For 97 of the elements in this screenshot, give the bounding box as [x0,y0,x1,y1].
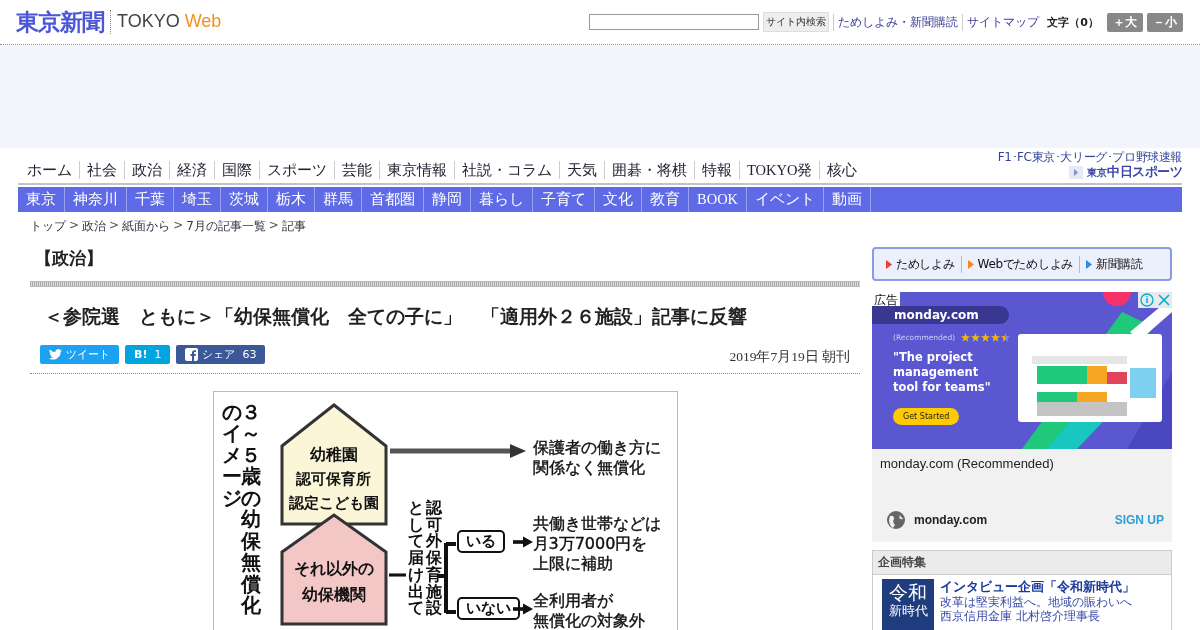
result-text: 上限に補助 [532,554,614,574]
search-button[interactable]: サイト内検索 [763,12,830,32]
result-text: 共働き世帯などは [532,514,661,534]
branch-label: いない [456,597,520,620]
nav-tab[interactable]: 栃木 [268,187,315,212]
box-label: 幼稚園 [309,445,358,466]
result-text: 月3万7000円を [532,534,649,554]
condition-text: 認可外保育施設 [426,500,442,618]
nav-tab[interactable]: 静岡 [424,187,471,212]
box-label: 認可保育所 [296,470,371,489]
breadcrumb-item[interactable]: トップ [30,218,66,235]
breadcrumb-item[interactable]: 記事 [281,218,306,235]
box-label: 幼保機関 [301,585,366,606]
ad-domain: monday.com [914,513,988,527]
nav-link[interactable]: 核心 [819,161,865,179]
breadcrumb-separator: > [109,218,120,234]
result-text: 無償化の対象外 [532,611,645,630]
get-started-button[interactable]: Get Started [893,408,960,425]
sports-tagline[interactable]: F1･FC東京･大リーグ･プロ野球速報 [997,150,1182,164]
breadcrumb-separator: > [69,218,80,234]
subscription-link[interactable]: Webでためしよみ [961,255,1080,273]
nav-link[interactable]: TOKYO発 [739,161,820,179]
nav-link[interactable]: ホーム [20,161,79,179]
sports-logo[interactable]: 東京中日スポーツ [1087,164,1182,180]
result-text: 全利用者が [532,591,614,611]
font-size-label: 文字（0） [1047,14,1099,30]
box-label: 認定こども園 [288,494,379,513]
nav-tab[interactable]: 教育 [642,187,689,212]
star-icon [961,333,971,342]
nav-tab[interactable]: 茨城 [221,187,268,212]
nav-link[interactable]: 東京情報 [379,161,454,179]
nav-tab[interactable]: 文化 [595,187,642,212]
infographic-title: ３～５歳の幼保無償化 [241,402,261,617]
feature-text[interactable]: 改革は堅実利益へ。地域の賑わいへ [940,596,1135,609]
breadcrumb-item[interactable]: 紙面から [122,218,171,235]
result-text: 関係なく無償化 [532,458,646,478]
nav-link[interactable]: スポーツ [259,161,334,179]
ad-title: monday.com (Recommended) [880,456,1055,471]
star-icon [971,333,981,342]
result-text: 保護者の働き方に [532,438,661,458]
nav-link[interactable]: 政治 [124,161,169,179]
section-heading: 企画特集 [873,551,1171,575]
font-size-button[interactable]: －小 [1147,12,1183,32]
nav-tab[interactable]: 群馬 [315,187,362,212]
site-subtitle: TOKYO Web [116,11,222,32]
nav-link[interactable]: 国際 [214,161,259,179]
search-field[interactable] [589,14,760,30]
article-title: ＜参院選 ともに＞「幼保無償化 全ての子に」 「適用外２６施設」記事に反響 [44,305,748,329]
arrow [512,536,533,548]
box-label: それ以外の [293,559,374,580]
nav-tab[interactable]: 暮らし [471,187,533,212]
star-icon [1001,333,1011,342]
category-heading: 【政治】 [34,247,104,270]
star-icon [991,333,1001,342]
nav-tab[interactable]: 首都圏 [362,187,424,212]
share-button[interactable]: シェア 63 [176,345,266,364]
nav-link[interactable]: 社会 [79,161,124,179]
nav-tab[interactable]: BOOK [689,187,748,212]
site-logo[interactable]: 東京新聞 [16,9,111,34]
nav-link[interactable]: 特報 [694,161,739,179]
header-link[interactable]: ためしよみ・新聞購読 [833,13,959,31]
subscription-link[interactable]: 新聞購読 [1080,255,1149,273]
nav-tab[interactable]: 動画 [824,187,872,212]
nav-tab[interactable]: 埼玉 [174,187,221,212]
font-size-button[interactable]: ＋大 [1107,12,1143,32]
feature-title[interactable]: インタビュー企画「令和新時代」 [940,579,1135,595]
feature-thumbnail[interactable]: 令和 新時代 [882,579,934,630]
nav-tab[interactable]: 東京 [18,187,65,212]
header-link[interactable]: サイトマップ [962,13,1040,31]
ad-headline: "The project management tool for teams" [893,350,992,395]
nav-link[interactable]: 芸能 [334,161,379,179]
nav-link[interactable]: 経済 [169,161,214,179]
star-icon [981,333,991,342]
subscription-link[interactable]: ためしよみ [880,255,962,273]
condition-text: として届け出て [407,500,423,618]
nav-link[interactable]: 囲碁・将棋 [604,161,694,179]
nav-tab[interactable]: 子育て [533,187,595,212]
connector-line [388,572,406,578]
nav-link[interactable]: 天気 [559,161,604,179]
ad-choices-icon[interactable] [1138,292,1172,308]
brand-logo: monday.com [872,306,1009,324]
breadcrumb-item[interactable]: 7月の記事一覧 [186,218,266,235]
facebook-icon [185,348,199,361]
nav-tab[interactable]: イベント [747,187,825,212]
arrow [512,603,533,615]
infographic-title: のイメージ [221,402,241,510]
breadcrumb-item[interactable]: 政治 [82,218,107,235]
nav-tab[interactable]: 神奈川 [65,187,127,212]
feature-text[interactable]: 西京信用金庫 北村啓介理事長 [940,610,1135,623]
globe-icon [886,510,906,530]
bird-icon [49,349,62,360]
nav-tab[interactable]: 千葉 [127,187,174,212]
breadcrumb-separator: > [173,218,184,234]
breadcrumb-separator: > [268,218,279,234]
publish-date: 2019年7月19日 朝刊 [729,348,850,366]
nav-link[interactable]: 社説・コラム [454,161,559,179]
branch-label: いる [456,530,505,553]
